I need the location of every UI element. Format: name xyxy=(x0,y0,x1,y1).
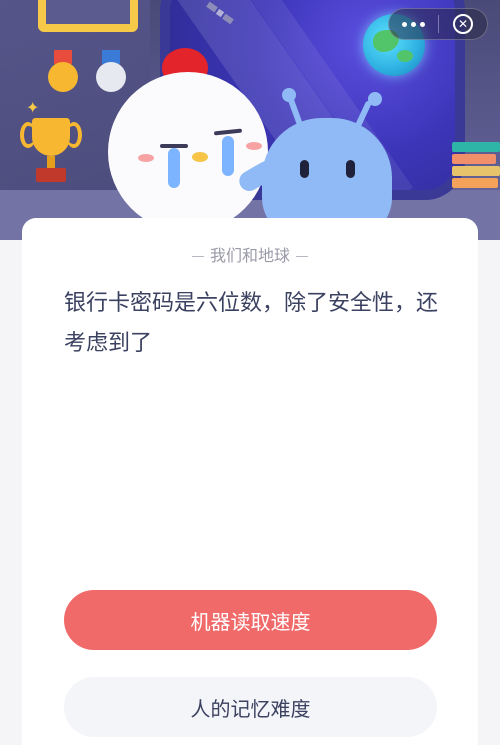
silver-medal-icon xyxy=(94,50,128,92)
alien-eye-right xyxy=(346,160,355,178)
answer-option-2-label: 人的记忆难度 xyxy=(190,696,311,721)
books-icon xyxy=(452,142,500,190)
gold-medal-icon xyxy=(46,50,80,92)
trophy-icon xyxy=(20,110,82,190)
alien-eye-left xyxy=(300,160,309,178)
award-frame xyxy=(38,0,138,32)
more-button[interactable] xyxy=(389,9,438,39)
more-dots-icon xyxy=(402,21,407,27)
close-circle-icon: ✕ xyxy=(452,14,473,34)
alien-antenna-ball-left xyxy=(282,88,296,102)
answer-option-2[interactable]: 人的记忆难度 xyxy=(64,677,437,737)
close-button[interactable]: ✕ xyxy=(439,9,487,39)
chicken-beak xyxy=(192,152,208,162)
chicken-character xyxy=(108,72,268,232)
question-text: 银行卡密码是六位数，除了安全性，还考虑到了 xyxy=(64,291,439,356)
category-label: 我们和地球 xyxy=(22,242,478,266)
category-text: 我们和地球 xyxy=(209,246,290,265)
tear-left xyxy=(168,148,180,188)
satellite-icon xyxy=(206,1,234,25)
tear-right xyxy=(222,136,234,176)
miniprogram-capsule: ✕ xyxy=(388,8,488,40)
cheek-left xyxy=(138,154,154,162)
answer-option-1-label: 机器读取速度 xyxy=(190,609,311,634)
cheek-right xyxy=(246,142,262,150)
answer-option-1[interactable]: 机器读取速度 xyxy=(64,590,437,650)
alien-antenna-ball-right xyxy=(368,92,382,106)
question-card: 我们和地球 银行卡密码是六位数，除了安全性，还考虑到了 xyxy=(22,218,478,745)
